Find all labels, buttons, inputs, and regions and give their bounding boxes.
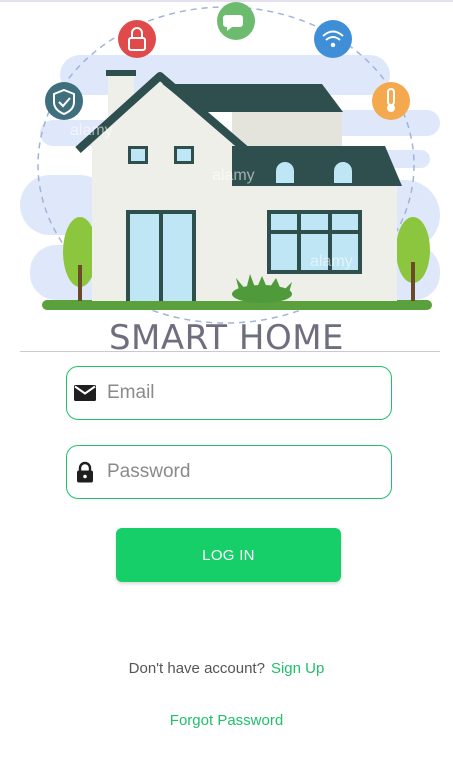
padlock-icon xyxy=(77,461,93,483)
ground xyxy=(42,300,432,310)
lock-icon xyxy=(118,20,156,58)
watermark-text: alamy xyxy=(310,253,353,270)
no-account-text: Don't have account? xyxy=(128,660,265,677)
login-button[interactable]: LOG IN xyxy=(116,528,341,582)
password-input[interactable] xyxy=(107,458,377,486)
password-field[interactable] xyxy=(66,445,392,499)
forgot-password-link[interactable]: Forgot Password xyxy=(0,712,453,729)
email-input[interactable] xyxy=(107,379,377,407)
thermometer-icon xyxy=(372,82,410,120)
signup-prompt: Don't have account? Sign Up xyxy=(0,660,453,677)
app-title: SMART HOME xyxy=(108,318,345,358)
envelope-icon xyxy=(74,385,96,401)
title-divider xyxy=(20,351,440,352)
shield-check-icon xyxy=(45,82,83,120)
wifi-icon xyxy=(314,20,352,58)
watermark-text: alamy xyxy=(212,167,255,184)
email-field[interactable] xyxy=(66,366,392,420)
sign-up-link[interactable]: Sign Up xyxy=(271,660,324,677)
watermark-text: alamy xyxy=(70,122,113,139)
chat-bubble-icon xyxy=(217,2,255,40)
smart-home-illustration: alamy alamy alamy xyxy=(20,2,440,324)
